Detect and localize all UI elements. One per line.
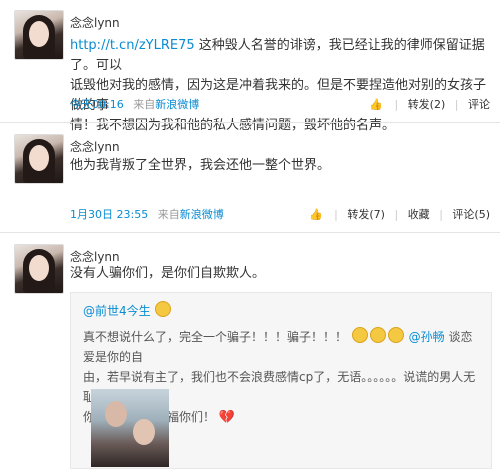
avatar[interactable] bbox=[14, 10, 64, 60]
broken-heart-icon: 💔 bbox=[218, 410, 236, 425]
post-text: 没有人骗你们，是你们自欺欺人。 bbox=[70, 266, 266, 281]
post-time[interactable]: 今天00:16 bbox=[70, 98, 124, 111]
retweet-line-1: 真不想说什么了，完全一个骗子！！！骗子！！！ bbox=[83, 330, 348, 344]
post-text-line-3: 情！我不想因为我和他的私人感情问题，毁坏他的名声。 bbox=[70, 118, 396, 133]
like-icon[interactable]: 👍 bbox=[309, 208, 323, 221]
favorite-button[interactable]: 收藏 bbox=[408, 208, 430, 221]
comment-button[interactable]: 评论 bbox=[468, 98, 490, 111]
source-prefix: 来自 bbox=[133, 98, 156, 111]
emoji-icon bbox=[369, 327, 386, 343]
divider: | bbox=[394, 98, 399, 111]
emoji-icon bbox=[351, 327, 368, 343]
avatar-face bbox=[29, 145, 49, 171]
avatar-face bbox=[29, 21, 49, 47]
username[interactable]: 念念lynn bbox=[70, 248, 120, 265]
emoji-icon bbox=[155, 301, 172, 317]
post-text: 他为我背叛了全世界，我会还他一整个世界。 bbox=[70, 158, 331, 173]
source-prefix: 来自 bbox=[157, 208, 180, 221]
mention-link[interactable]: @孙畅 bbox=[409, 330, 445, 344]
retweet-photo[interactable] bbox=[91, 389, 169, 467]
divider bbox=[0, 232, 500, 233]
repost-button[interactable]: 转发(7) bbox=[347, 208, 385, 221]
like-icon[interactable]: 👍 bbox=[369, 98, 383, 111]
avatar[interactable] bbox=[14, 244, 64, 294]
username[interactable]: 念念lynn bbox=[70, 138, 120, 155]
retweet-username[interactable]: @前世4今生 bbox=[83, 304, 151, 318]
photo-person bbox=[133, 419, 155, 445]
post-actions: 👍 | 转发(2) | 评论 bbox=[369, 96, 490, 112]
source-link[interactable]: 新浪微博 bbox=[155, 98, 199, 111]
retweet-box: @前世4今生 真不想说什么了，完全一个骗子！！！骗子！！！ @孙畅 谈恋爱是你的… bbox=[70, 292, 492, 469]
avatar[interactable] bbox=[14, 134, 64, 184]
divider: | bbox=[454, 98, 459, 111]
source-link[interactable]: 新浪微博 bbox=[180, 208, 224, 221]
username[interactable]: 念念lynn bbox=[70, 14, 120, 31]
avatar-face bbox=[29, 255, 49, 281]
divider: | bbox=[439, 208, 443, 221]
divider: | bbox=[394, 208, 399, 221]
retweet-user[interactable]: @前世4今生 bbox=[83, 301, 172, 319]
repost-button[interactable]: 转发(2) bbox=[408, 98, 446, 111]
post-time[interactable]: 1月30日 23:55 bbox=[70, 208, 148, 221]
comment-button[interactable]: 评论(5) bbox=[452, 208, 490, 221]
post-actions: 👍 | 转发(7) | 收藏 | 评论(5) bbox=[309, 206, 490, 222]
post-text: http://t.cn/zYLRE75 这种毁人名誉的诽谤，我已经让我的律师保留… bbox=[70, 36, 490, 136]
short-link[interactable]: http://t.cn/zYLRE75 bbox=[70, 38, 195, 53]
divider: | bbox=[334, 208, 338, 221]
photo-person bbox=[105, 401, 127, 427]
divider bbox=[0, 122, 500, 123]
emoji-icon bbox=[387, 327, 404, 343]
